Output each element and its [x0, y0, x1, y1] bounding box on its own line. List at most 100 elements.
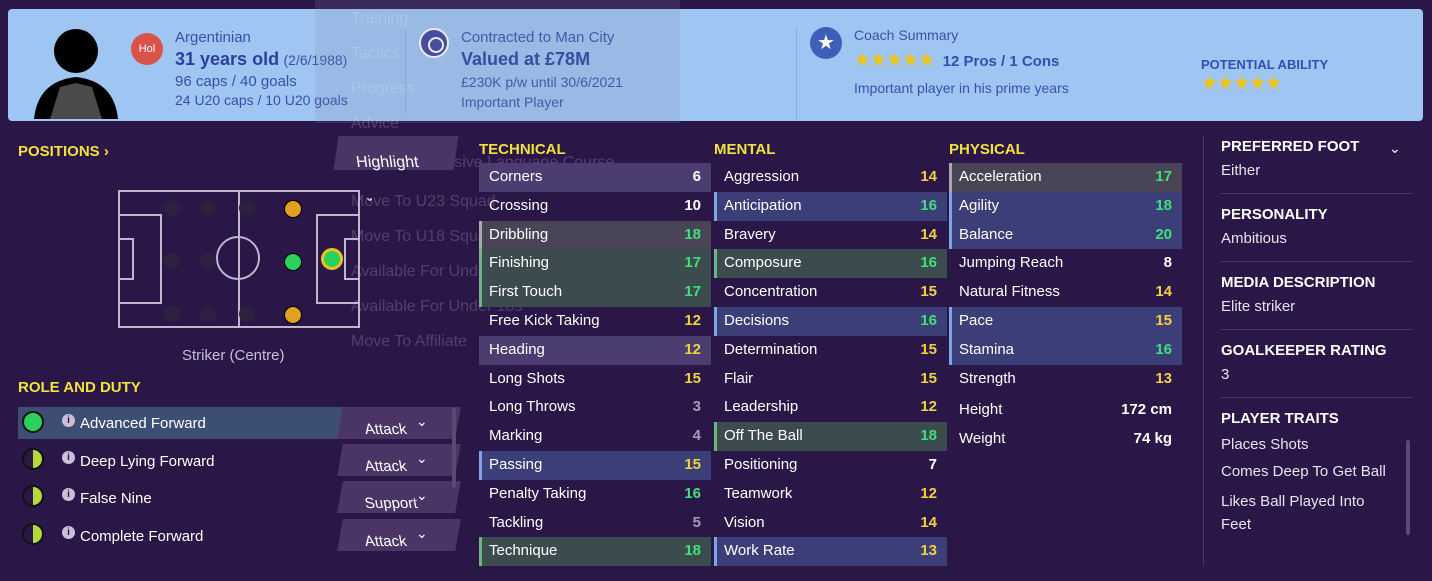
position-marker: [284, 306, 302, 324]
attribute-row[interactable]: Composure 16: [714, 249, 947, 279]
role-duty-title: ROLE AND DUTY: [18, 379, 141, 396]
attribute-row[interactable]: Pace 15: [949, 306, 1182, 336]
coach-note: Important player in his prime years: [854, 80, 1069, 96]
attribute-row[interactable]: Long Shots 15: [479, 365, 711, 394]
attribute-row[interactable]: Crossing 10: [479, 192, 711, 221]
duty-dropdown[interactable]: Attack: [337, 444, 461, 476]
role-row[interactable]: i Complete Forward Attack ⌄: [18, 519, 461, 551]
attribute-row[interactable]: Determination 15: [714, 336, 947, 365]
attribute-row[interactable]: Finishing 17: [479, 249, 711, 279]
divider: [1221, 261, 1413, 262]
attribute-row[interactable]: Balance 20: [949, 220, 1182, 250]
divider: [1221, 397, 1413, 398]
coach-rating-stars: ★★★★★: [854, 50, 935, 71]
trait-item: Comes Deep To Get Ball: [1221, 463, 1386, 480]
info-icon[interactable]: i: [62, 414, 75, 427]
position-marker: [284, 200, 302, 218]
position-marker: [239, 200, 255, 216]
attribute-row[interactable]: Passing 15: [479, 450, 711, 480]
role-name: Deep Lying Forward: [80, 453, 215, 470]
attribute-row[interactable]: Aggression 14: [714, 163, 947, 192]
attribute-row[interactable]: First Touch 17: [479, 278, 711, 307]
role-name: Complete Forward: [80, 528, 204, 545]
attribute-row[interactable]: Acceleration 17: [949, 163, 1182, 192]
attribute-row[interactable]: Marking 4: [479, 422, 711, 451]
info-icon[interactable]: i: [62, 526, 75, 539]
attribute-row[interactable]: Corners 6: [479, 163, 711, 192]
trait-item: Likes Ball Played Into Feet: [1221, 493, 1365, 533]
attribute-row[interactable]: Flair 15: [714, 365, 947, 394]
attribute-row[interactable]: Positioning 7: [714, 451, 947, 480]
position-marker: [164, 200, 180, 216]
position-label: Striker (Centre): [182, 347, 285, 364]
attribute-row[interactable]: Penalty Taking 16: [479, 480, 711, 509]
media-description-value: Elite striker: [1221, 298, 1296, 315]
ghost-menu-item: Advice: [351, 115, 400, 132]
attribute-row[interactable]: Strength 13: [949, 365, 1182, 394]
attribute-row[interactable]: Tackling 5: [479, 509, 711, 538]
technical-title: TECHNICAL: [479, 141, 566, 158]
player-silhouette-icon: [34, 29, 118, 119]
mental-attributes: Aggression 14 Anticipation 16 Bravery 14 Co…: [714, 163, 947, 567]
attribute-row[interactable]: Leadership 12: [714, 393, 947, 422]
ghost-menu-item: Tactics: [351, 45, 400, 62]
media-description-title: MEDIA DESCRIPTION: [1221, 274, 1376, 291]
attribute-row[interactable]: Long Throws 3: [479, 393, 711, 422]
attribute-row[interactable]: Heading 12: [479, 335, 711, 365]
coach-summary-title: Coach Summary: [854, 27, 959, 43]
player-age: 31 years old: [175, 49, 280, 69]
duty-dropdown[interactable]: Support: [337, 481, 461, 513]
info-icon[interactable]: i: [62, 488, 75, 501]
nationality-flag-icon: Hol: [131, 33, 163, 65]
attribute-row[interactable]: Anticipation 16: [714, 191, 947, 221]
attribute-row[interactable]: Work Rate 13: [714, 537, 947, 567]
preferred-foot-title: PREFERRED FOOT: [1221, 138, 1360, 155]
attribute-row[interactable]: Teamwork 12: [714, 480, 947, 509]
attribute-row[interactable]: Jumping Reach 8: [949, 249, 1182, 278]
position-marker: [164, 253, 180, 269]
attribute-row[interactable]: Vision 14: [714, 509, 947, 538]
ghost-menu-item: Progress: [351, 80, 416, 97]
weight-row: Weight 74 kg: [959, 430, 1172, 448]
personality-value: Ambitious: [1221, 230, 1287, 247]
role-row[interactable]: i Advanced Forward Attack ⌄: [18, 407, 461, 439]
duty-dropdown[interactable]: Attack: [337, 407, 461, 439]
ghost-menu-item: Move To Affiliate: [351, 333, 467, 350]
attribute-row[interactable]: Technique 18: [479, 537, 711, 567]
details-scrollbar[interactable]: [1406, 440, 1410, 535]
attribute-row[interactable]: Off The Ball 18: [714, 422, 947, 451]
attribute-row[interactable]: Natural Fitness 14: [949, 278, 1182, 307]
attribute-row[interactable]: Dribbling 18: [479, 220, 711, 250]
potential-ability-label: POTENTIAL ABILITY: [1201, 57, 1329, 72]
personality-title: PERSONALITY: [1221, 206, 1328, 223]
coach-star-icon: ★: [810, 27, 842, 59]
chevron-down-icon[interactable]: ⌄: [1389, 140, 1401, 157]
roles-scrollbar[interactable]: [452, 408, 456, 488]
role-row[interactable]: i False Nine Support ⌄: [18, 481, 461, 513]
position-marker-current: [321, 248, 343, 270]
potential-ability: POTENTIAL ABILITY ★★★★★: [1201, 57, 1328, 95]
technical-attributes: Corners 6 Crossing 10 Dribbling 18 Finishin…: [479, 163, 711, 567]
attribute-row[interactable]: Agility 18: [949, 191, 1182, 221]
divider: [1221, 193, 1413, 194]
ghost-menu-item: Move To U18 Squad: [351, 228, 496, 245]
role-row[interactable]: i Deep Lying Forward Attack ⌄: [18, 444, 461, 476]
info-icon[interactable]: i: [62, 451, 75, 464]
positions-title[interactable]: POSITIONS ›: [18, 143, 109, 160]
attribute-row[interactable]: Stamina 16: [949, 335, 1182, 365]
potential-stars: ★★★★★: [1201, 73, 1282, 94]
role-suitability-icon: [22, 448, 44, 470]
goalkeeper-rating-title: GOALKEEPER RATING: [1221, 342, 1387, 359]
role-suitability-icon: [22, 411, 44, 433]
divider: [1221, 329, 1413, 330]
coach-summary[interactable]: Coach Summary ★★★★★ 12 Pros / 1 Cons Imp…: [854, 27, 1069, 96]
position-marker: [200, 253, 216, 269]
attribute-row[interactable]: Bravery 14: [714, 221, 947, 250]
attribute-row[interactable]: Decisions 16: [714, 306, 947, 336]
duty-dropdown[interactable]: Attack: [337, 519, 461, 551]
highlight-dropdown[interactable]: Highlight ⌄: [333, 136, 459, 204]
attribute-row[interactable]: Concentration 15: [714, 278, 947, 307]
position-marker: [164, 306, 180, 322]
attribute-row[interactable]: Free Kick Taking 12: [479, 307, 711, 336]
position-marker: [284, 253, 302, 271]
